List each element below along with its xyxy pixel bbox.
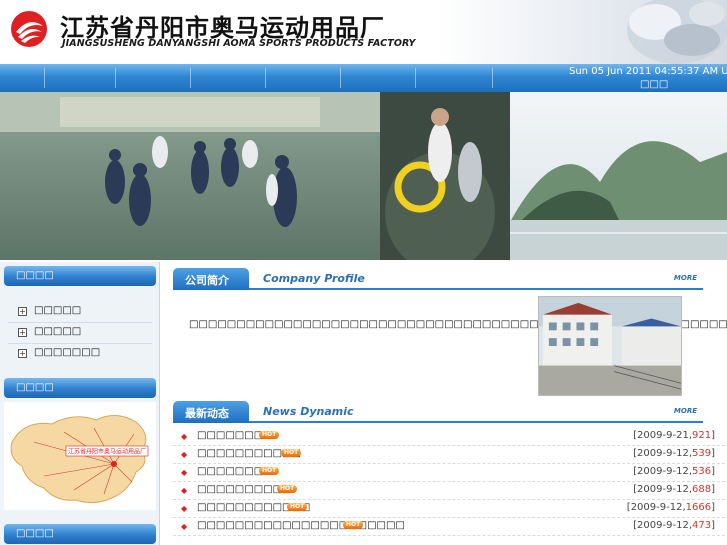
main-content: 公司简介 Company Profile MORE □□□□□□□□□□□□□□…: [163, 262, 727, 545]
news-item-meta: [2009-9-12,473]: [633, 520, 715, 531]
news-tab: 最新动态: [173, 401, 249, 423]
hot-badge: HOT: [277, 485, 298, 493]
news-item-meta: [2009-9-12,539]: [633, 448, 715, 459]
factory-photo: [538, 296, 682, 396]
news-more-link[interactable]: MORE: [674, 407, 697, 415]
news-item-meta: [2009-9-21,921]: [633, 430, 715, 441]
sidebar-section-header: □□□□: [4, 524, 156, 544]
plus-box-icon: +: [18, 349, 27, 358]
company-profile-tab: 公司简介: [173, 268, 249, 290]
news-item[interactable]: ◆ □□□□□□□□□□ HOT [2009-9-12,688]: [173, 482, 725, 500]
nav-divider: [340, 68, 341, 88]
bullet-icon: ◆: [181, 432, 188, 441]
news-item-views: 539: [692, 448, 712, 459]
header-rule: [249, 421, 703, 423]
news-item-date: 2009-9-12: [637, 466, 689, 477]
nav-link[interactable]: □□□: [640, 79, 668, 90]
sidebar-item-label: □□□□□: [34, 326, 82, 337]
profile-more-link[interactable]: MORE: [674, 274, 697, 282]
main-nav-bar: Sun 05 Jun 2011 04:55:37 AM UTC □□□: [0, 64, 727, 92]
news-header: 最新动态 News Dynamic MORE: [173, 401, 703, 423]
page: 江苏省丹阳市奥马运动用品厂 JIANGSUSHENG DANYANGSHI AO…: [0, 0, 727, 545]
news-item-meta: [2009-9-12,536]: [633, 466, 715, 477]
news-item-views: 1666: [685, 502, 712, 513]
sidebar-item-label: □□□□□: [34, 305, 82, 316]
bullet-icon: ◆: [181, 468, 188, 477]
news-item-date: 2009-9-12: [637, 484, 689, 495]
company-profile-text: □□□□□□□□□□□□□□□□□□□□□□□□□□□□□□□□□□□□□□□□…: [189, 319, 727, 330]
sidebar-section-header: □□□□: [4, 378, 156, 398]
hot-badge: HOT: [343, 521, 364, 529]
bullet-icon: ◆: [181, 450, 188, 459]
nav-divider: [265, 68, 266, 88]
nav-divider: [492, 68, 493, 88]
news-item[interactable]: ◆ □□□□□□□ HOT [2009-9-12,536]: [173, 464, 725, 482]
sidebar-section-title: □□□□: [16, 270, 54, 281]
nav-divider: [190, 68, 191, 88]
bullet-icon: ◆: [181, 486, 188, 495]
news-item-title[interactable]: □□□□□□□: [197, 466, 263, 477]
site-title-en: JIANGSUSHENG DANYANGSHI AOMA SPORTS PROD…: [62, 38, 416, 49]
company-profile-header: 公司简介 Company Profile MORE: [173, 268, 703, 290]
news-item-date: 2009-9-12: [637, 520, 689, 531]
news-item-title[interactable]: □□□□□□□□□□□□□□□□□□□□□□: [197, 520, 405, 531]
news-item-meta: [2009-9-12,688]: [633, 484, 715, 495]
hot-badge: HOT: [287, 503, 308, 511]
news-item-views: 921: [692, 430, 712, 441]
left-sidebar: □□□□ + □□□□□ + □□□□□ + □□□□□□□ □□□□ 江苏省丹…: [0, 262, 160, 545]
news-title-cn: 最新动态: [185, 407, 229, 420]
news-item-views: 473: [692, 520, 712, 531]
news-item-date: 2009-9-12: [637, 448, 689, 459]
sidebar-item-label: □□□□□□□: [34, 347, 101, 358]
company-logo-icon: [11, 11, 47, 47]
nav-divider: [44, 68, 45, 88]
sales-network-map[interactable]: 江苏省丹阳市奥马运动用品厂: [4, 402, 156, 510]
bullet-icon: ◆: [181, 522, 188, 531]
news-item-date: 2009-9-12: [630, 502, 683, 513]
news-item[interactable]: ◆ □□□□□□□□□□□□□□□□□□□□□□ HOT [2009-9-12,…: [173, 518, 725, 536]
hot-badge: HOT: [281, 449, 302, 457]
hot-badge: HOT: [259, 431, 280, 439]
news-item[interactable]: ◆ □□□□□□□□□□□□ HOT [2009-9-12,1666]: [173, 500, 725, 518]
news-item[interactable]: ◆ □□□□□□□□□□□ HOT [2009-9-12,539]: [173, 446, 725, 464]
news-title-en: News Dynamic: [263, 405, 354, 418]
sidebar-item[interactable]: + □□□□□□□: [18, 346, 148, 362]
china-map-icon: 江苏省丹阳市奥马运动用品厂: [10, 415, 149, 504]
company-profile-title-cn: 公司简介: [185, 274, 229, 287]
news-item-date: 2009-9-21: [637, 430, 689, 441]
news-item[interactable]: ◆ □□□□□□□ HOT [2009-9-21,921]: [173, 428, 725, 446]
header-rule: [249, 288, 703, 290]
hot-badge: HOT: [259, 467, 280, 475]
news-item-views: 536: [692, 466, 712, 477]
sidebar-section-title: □□□□: [16, 528, 54, 539]
site-header: 江苏省丹阳市奥马运动用品厂 JIANGSUSHENG DANYANGSHI AO…: [0, 0, 727, 64]
banner-image: [0, 92, 727, 260]
sidebar-section-header: □□□□: [4, 266, 156, 286]
news-item-meta: [2009-9-12,1666]: [626, 502, 715, 513]
news-item-views: 688: [692, 484, 712, 495]
sidebar-divider: [8, 343, 152, 344]
nav-divider: [115, 68, 116, 88]
sidebar-item[interactable]: + □□□□□: [18, 304, 148, 320]
nav-divider: [415, 68, 416, 88]
map-label: 江苏省丹阳市奥马运动用品厂: [68, 448, 146, 456]
header-flower-graphic: [627, 0, 727, 64]
news-item-title[interactable]: □□□□□□□: [197, 430, 263, 441]
company-profile-title-en: Company Profile: [263, 272, 365, 285]
sidebar-item[interactable]: + □□□□□: [18, 325, 148, 341]
current-datetime: Sun 05 Jun 2011 04:55:37 AM UTC: [569, 66, 727, 77]
plus-box-icon: +: [18, 328, 27, 337]
sidebar-section-title: □□□□: [16, 382, 54, 393]
plus-box-icon: +: [18, 307, 27, 316]
sidebar-divider: [8, 322, 152, 323]
bullet-icon: ◆: [181, 504, 188, 513]
